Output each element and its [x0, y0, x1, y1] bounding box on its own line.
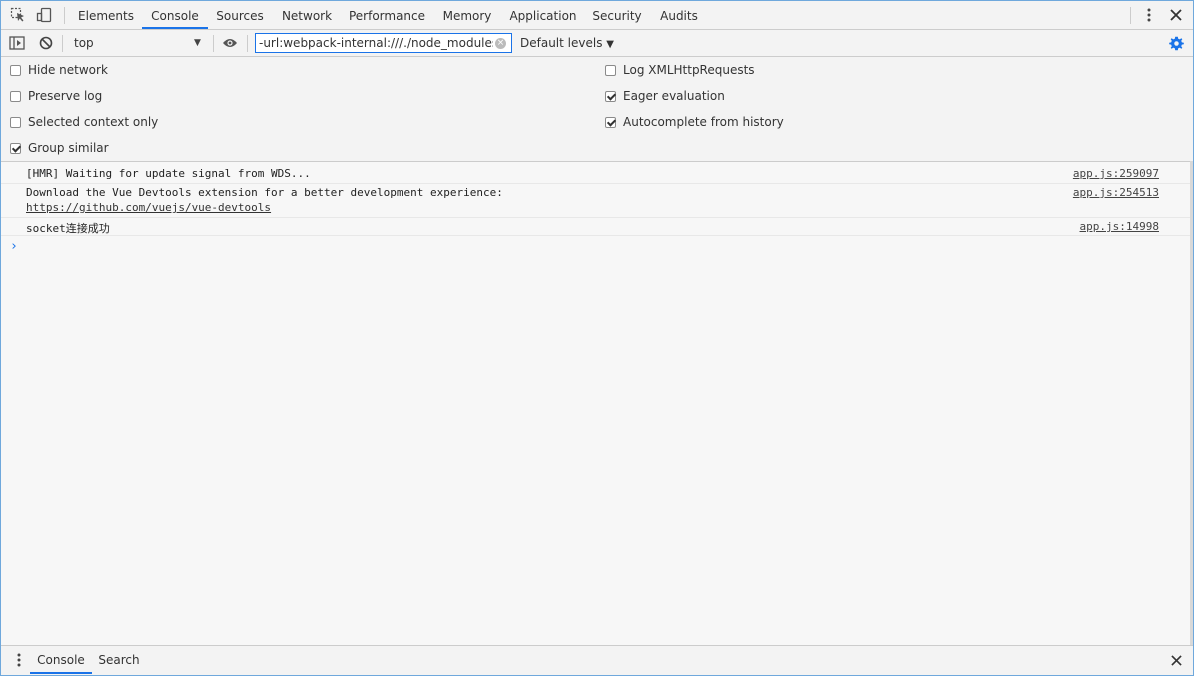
- toolbar-separator: [64, 7, 65, 24]
- console-message-text: socket连接成功: [26, 222, 110, 235]
- toolbar-separator: [247, 35, 248, 52]
- context-selector[interactable]: top: [67, 33, 211, 53]
- more-options-icon[interactable]: [1140, 6, 1158, 24]
- console-message-source-link[interactable]: app.js:14998: [1080, 220, 1159, 233]
- tab-sources[interactable]: Sources: [209, 1, 271, 29]
- preserve-log-checkbox[interactable]: [10, 90, 21, 102]
- eager-evaluation-label: Eager evaluation: [623, 89, 725, 103]
- drawer-tab-search[interactable]: Search: [93, 646, 145, 674]
- hide-network-option[interactable]: Hide network: [10, 61, 108, 79]
- group-similar-option[interactable]: Group similar: [10, 139, 109, 157]
- console-settings-gear-icon[interactable]: [1167, 34, 1185, 52]
- log-levels-dropdown[interactable]: Default levels ▼: [520, 33, 614, 53]
- chevron-down-icon: ▼: [606, 39, 614, 50]
- tab-memory[interactable]: Memory: [433, 1, 501, 29]
- console-message-source-link[interactable]: app.js:259097: [1073, 167, 1159, 180]
- preserve-log-option[interactable]: Preserve log: [10, 87, 102, 105]
- devtools-window: Elements Console Sources Network Perform…: [0, 0, 1194, 676]
- tab-application[interactable]: Application: [503, 1, 583, 29]
- log-xhr-option[interactable]: Log XMLHttpRequests: [605, 61, 755, 79]
- autocomplete-history-option[interactable]: Autocomplete from history: [605, 113, 784, 131]
- toolbar-separator: [213, 35, 214, 52]
- drawer-tab-console[interactable]: Console: [30, 646, 92, 674]
- group-similar-label: Group similar: [28, 141, 109, 155]
- console-message-text: Download the Vue Devtools extension for …: [26, 186, 503, 199]
- hide-network-checkbox[interactable]: [10, 64, 21, 76]
- console-message-source-link[interactable]: app.js:254513: [1073, 186, 1159, 199]
- autocomplete-history-checkbox[interactable]: [605, 116, 616, 128]
- selected-context-only-label: Selected context only: [28, 115, 159, 129]
- preserve-log-label: Preserve log: [28, 89, 103, 103]
- clear-filter-icon[interactable]: ×: [495, 38, 506, 49]
- autocomplete-history-label: Autocomplete from history: [623, 115, 784, 129]
- console-prompt-icon[interactable]: ›: [10, 239, 18, 254]
- console-message: [HMR] Waiting for update signal from WDS…: [1, 164, 1191, 184]
- tab-performance[interactable]: Performance: [343, 1, 431, 29]
- tab-network[interactable]: Network: [273, 1, 341, 29]
- console-message: Download the Vue Devtools extension for …: [1, 184, 1191, 218]
- console-filter-input[interactable]: [255, 33, 512, 53]
- selected-context-only-option[interactable]: Selected context only: [10, 113, 158, 131]
- drawer-tab-bar: Console Search: [1, 645, 1193, 675]
- log-xhr-label: Log XMLHttpRequests: [623, 63, 755, 77]
- log-xhr-checkbox[interactable]: [605, 64, 616, 76]
- chevron-down-icon: ▼: [194, 38, 201, 48]
- toolbar-separator: [62, 35, 63, 52]
- main-tab-bar: Elements Console Sources Network Perform…: [1, 1, 1193, 30]
- device-toolbar-icon[interactable]: [35, 6, 53, 24]
- vue-devtools-link[interactable]: https://github.com/vuejs/vue-devtools: [26, 201, 271, 214]
- console-toolbar: top ▼ × Default levels ▼: [1, 30, 1193, 57]
- console-messages: [HMR] Waiting for update signal from WDS…: [1, 162, 1193, 645]
- eager-evaluation-option[interactable]: Eager evaluation: [605, 87, 725, 105]
- clear-console-icon[interactable]: [37, 34, 55, 52]
- tab-security[interactable]: Security: [585, 1, 649, 29]
- scrollbar[interactable]: [1190, 161, 1193, 645]
- close-devtools-icon[interactable]: [1167, 6, 1185, 24]
- log-levels-label: Default levels: [520, 36, 603, 50]
- live-expression-eye-icon[interactable]: [221, 34, 239, 52]
- close-drawer-icon[interactable]: [1167, 651, 1185, 669]
- tab-audits[interactable]: Audits: [651, 1, 707, 29]
- eager-evaluation-checkbox[interactable]: [605, 90, 616, 102]
- toolbar-separator: [1130, 7, 1131, 24]
- console-message-text: [HMR] Waiting for update signal from WDS…: [26, 167, 311, 180]
- show-sidebar-icon[interactable]: [8, 34, 26, 52]
- inspect-element-icon[interactable]: [9, 6, 27, 24]
- selected-context-only-checkbox[interactable]: [10, 116, 21, 128]
- group-similar-checkbox[interactable]: [10, 142, 21, 154]
- console-message: socket连接成功 app.js:14998: [1, 218, 1191, 236]
- drawer-menu-icon[interactable]: [10, 651, 28, 669]
- tab-elements[interactable]: Elements: [71, 1, 141, 29]
- hide-network-label: Hide network: [28, 63, 108, 77]
- tab-console[interactable]: Console: [142, 1, 208, 29]
- console-settings-pane: Hide network Preserve log Selected conte…: [1, 57, 1193, 162]
